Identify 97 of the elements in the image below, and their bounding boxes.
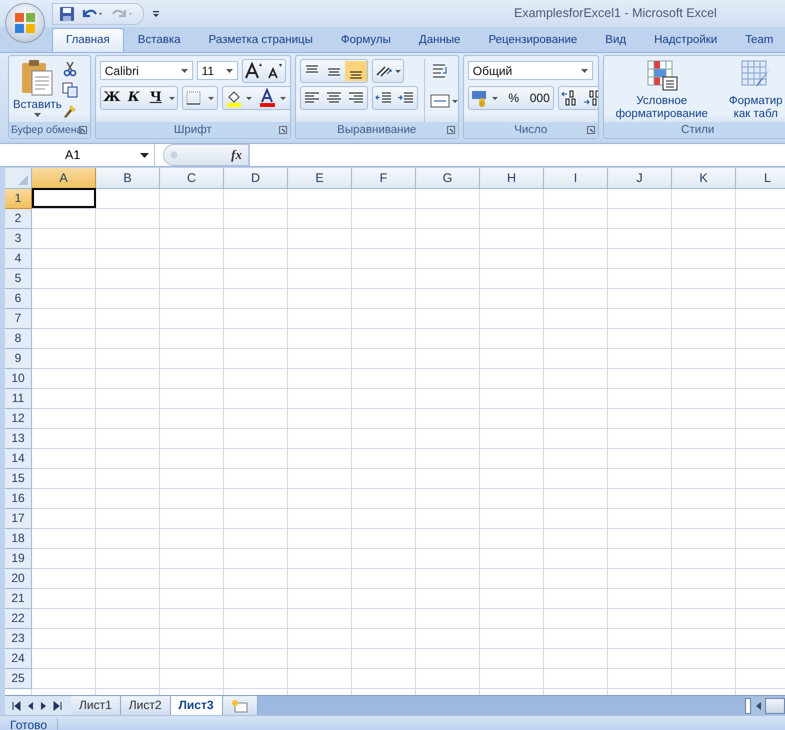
office-logo-icon	[12, 10, 38, 36]
row-header[interactable]: 4	[5, 249, 32, 269]
sheet-tab[interactable]: Лист2	[120, 696, 170, 715]
window-title: ExamplesforExcel1 - Microsoft Excel	[514, 6, 717, 20]
sheet-tab[interactable]: Лист1	[71, 696, 121, 715]
ribbon-tab[interactable]: Формулы	[326, 28, 405, 52]
format-painter-icon[interactable]	[62, 103, 78, 119]
active-cell[interactable]	[32, 188, 96, 208]
dialog-launcher-icon[interactable]	[278, 126, 287, 134]
row-header[interactable]: 17	[5, 509, 32, 529]
column-header[interactable]: I	[544, 168, 608, 189]
caret-icon	[580, 68, 588, 72]
dialog-launcher-icon[interactable]	[446, 126, 455, 134]
ribbon-tab[interactable]: Надстройки	[640, 28, 732, 52]
bold-button[interactable]: Ж	[100, 88, 123, 108]
row-header[interactable]: 12	[5, 409, 32, 429]
insert-sheet-button[interactable]	[222, 696, 258, 715]
insert-function-button[interactable]: fx	[231, 147, 242, 163]
name-box[interactable]: A1	[0, 144, 155, 166]
last-sheet-icon[interactable]	[53, 700, 63, 710]
ribbon-tab[interactable]: Разметка страницы	[194, 28, 327, 52]
save-icon[interactable]	[59, 6, 75, 22]
row-header[interactable]: 13	[5, 429, 32, 449]
row-header[interactable]: 18	[5, 529, 32, 549]
font-size-dropdown[interactable]: 11	[196, 61, 238, 80]
new-sheet-icon	[230, 698, 249, 712]
underline-button[interactable]: Ч	[144, 88, 167, 108]
sheet-tab[interactable]: Лист3	[170, 696, 223, 715]
caret-icon	[34, 113, 41, 117]
column-header[interactable]: J	[608, 168, 672, 189]
align-bottom-icon[interactable]	[344, 60, 367, 80]
row-header[interactable]: 6	[5, 289, 32, 309]
caret-icon	[140, 152, 149, 158]
column-header[interactable]: L	[736, 168, 785, 189]
group-label: Шрифт	[174, 124, 212, 136]
column-header[interactable]: H	[480, 168, 544, 189]
group-label: Стили	[681, 124, 714, 136]
clipboard-icon	[20, 59, 54, 97]
column-header[interactable]: E	[288, 168, 352, 189]
row-header[interactable]: 19	[5, 549, 32, 569]
dialog-launcher-icon[interactable]	[586, 126, 595, 134]
customize-toolbar-icon[interactable]	[152, 8, 160, 18]
row-header[interactable]: 23	[5, 629, 32, 649]
ribbon-tab[interactable]: Вставка	[124, 28, 195, 52]
column-header[interactable]: B	[96, 168, 160, 189]
group-label: Число	[514, 124, 548, 136]
row-header[interactable]: 22	[5, 609, 32, 629]
number-format-dropdown[interactable]: Общий	[468, 61, 593, 80]
thousands-separator-button[interactable]: 000	[526, 88, 553, 108]
column-header[interactable]: C	[160, 168, 224, 189]
copy-icon[interactable]	[62, 82, 78, 98]
row-header[interactable]: 14	[5, 449, 32, 469]
ribbon-tab[interactable]: Рецензирование	[474, 28, 592, 52]
row-header[interactable]: 15	[5, 469, 32, 489]
column-header[interactable]: F	[352, 168, 416, 189]
row-header[interactable]: 16	[5, 489, 32, 509]
font-name-dropdown[interactable]: Calibri	[100, 61, 193, 80]
conditional-formatting-button[interactable]: Условное форматирование	[610, 59, 714, 122]
row-header[interactable]: 24	[5, 649, 32, 669]
resize-handle-icon[interactable]	[170, 151, 178, 159]
format-as-table-button[interactable]: Форматир как табл	[724, 59, 785, 122]
row-header[interactable]: 5	[5, 269, 32, 289]
row-header[interactable]: 9	[5, 349, 32, 369]
row-header[interactable]: 10	[5, 369, 32, 389]
column-header[interactable]: K	[672, 168, 736, 189]
row-header[interactable]: 20	[5, 569, 32, 589]
split-handle[interactable]	[745, 698, 751, 714]
cut-icon[interactable]	[62, 61, 78, 77]
row-header[interactable]: 8	[5, 329, 32, 349]
row-header[interactable]: 1	[5, 189, 32, 209]
office-button[interactable]	[6, 4, 44, 42]
ribbon-tab[interactable]: Team	[731, 28, 785, 52]
horizontal-scrollbar[interactable]	[745, 696, 785, 715]
row-header[interactable]: 7	[5, 309, 32, 329]
column-header[interactable]: D	[224, 168, 288, 189]
grow-font-icon[interactable]	[242, 60, 265, 80]
italic-button[interactable]: К	[122, 88, 145, 108]
ribbon-tab[interactable]: Данные	[404, 28, 474, 52]
conditional-formatting-icon	[646, 59, 678, 91]
row-header[interactable]: 3	[5, 229, 32, 249]
status-text: Готово	[0, 718, 58, 730]
column-header[interactable]: G	[416, 168, 480, 189]
column-header[interactable]: A	[32, 168, 96, 189]
triangle-icon	[17, 174, 29, 186]
ribbon-tab[interactable]: Вид	[591, 28, 640, 52]
row-header[interactable]: 21	[5, 589, 32, 609]
row-header[interactable]: 11	[5, 389, 32, 409]
scroll-left-icon	[754, 700, 762, 710]
first-sheet-icon[interactable]	[11, 700, 21, 710]
row-header[interactable]: 2	[5, 209, 32, 229]
group-label: Выравнивание	[337, 124, 416, 136]
percent-button[interactable]: %	[500, 88, 527, 108]
row-header[interactable]: 25	[5, 669, 32, 689]
ribbon-tab[interactable]: Главная	[52, 28, 124, 52]
caret-icon	[226, 68, 233, 72]
paste-button[interactable]: Вставить	[13, 59, 62, 122]
caret-icon	[180, 68, 188, 72]
